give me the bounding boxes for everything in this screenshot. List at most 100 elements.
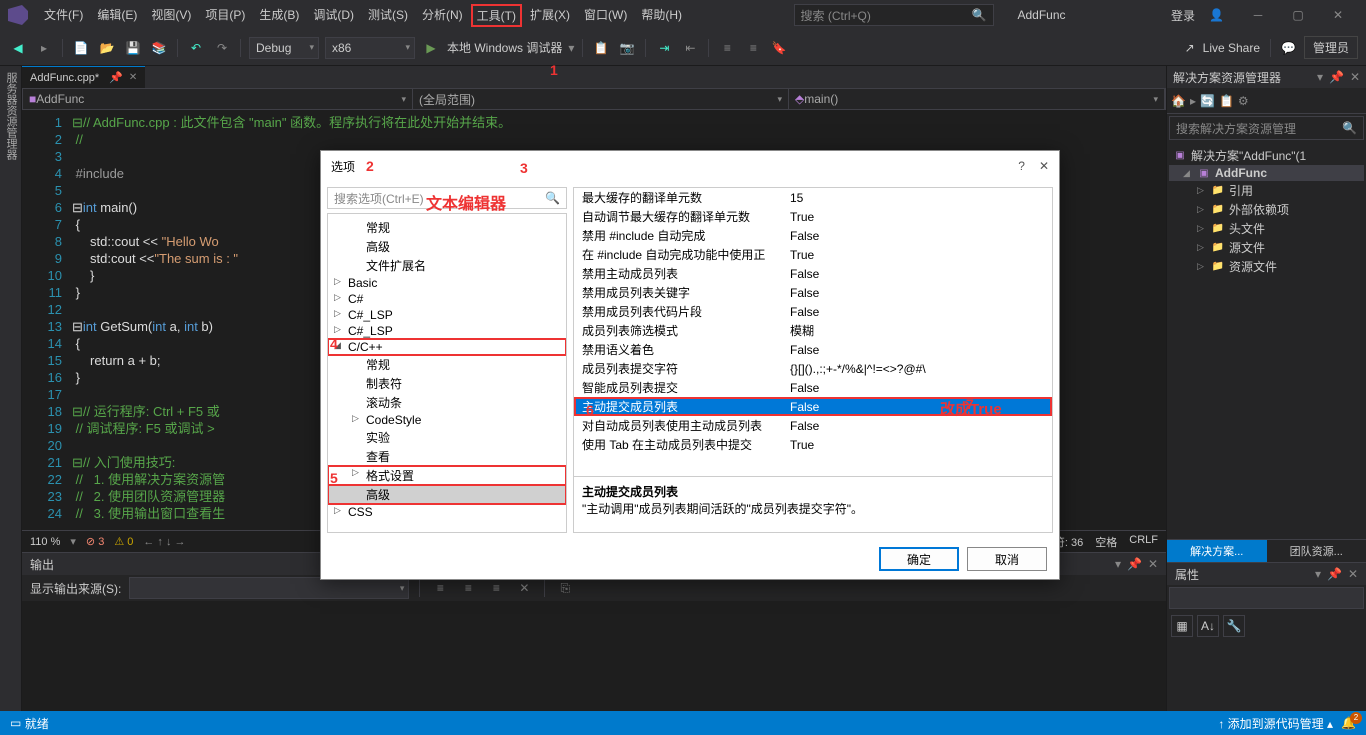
tb-icon[interactable]: ≡	[743, 38, 763, 58]
categorize-icon[interactable]: ▦	[1171, 615, 1193, 637]
run-button[interactable]: ▶	[421, 38, 441, 58]
login-link[interactable]: 登录	[1171, 7, 1195, 24]
tb-icon[interactable]: ⎘	[555, 578, 575, 598]
opt-node[interactable]: 实验	[328, 428, 566, 447]
liveshare-label[interactable]: Live Share	[1203, 41, 1260, 55]
menu-编辑(E)[interactable]: 编辑(E)	[91, 4, 143, 27]
tb-icon[interactable]: ≡	[486, 578, 506, 598]
tb-icon[interactable]: 🔄	[1200, 94, 1215, 108]
warning-count[interactable]: ⚠ 0	[114, 535, 133, 548]
minimize-button[interactable]: ─	[1238, 1, 1278, 29]
menu-文件(F)[interactable]: 文件(F)	[38, 4, 89, 27]
menu-扩展(X)[interactable]: 扩展(X)	[524, 4, 576, 27]
menu-帮助(H)[interactable]: 帮助(H)	[635, 4, 688, 27]
tb-icon[interactable]: ⇥	[654, 38, 674, 58]
tree-item[interactable]: ▷📁引用	[1169, 181, 1364, 200]
opt-node[interactable]: 高级	[328, 485, 566, 504]
ok-button[interactable]: 确定	[879, 547, 959, 571]
opt-node[interactable]: 滚动条	[328, 393, 566, 412]
nav-fwd-button[interactable]: ▸	[34, 38, 54, 58]
user-icon[interactable]: 👤	[1209, 8, 1224, 22]
tree-item[interactable]: ▷📁头文件	[1169, 219, 1364, 238]
tb-icon[interactable]: 📷	[617, 38, 637, 58]
pin-icon[interactable]: ▾	[1115, 557, 1121, 571]
notifications-icon[interactable]: 🔔2	[1341, 716, 1356, 730]
tb-icon[interactable]: ⚙	[1238, 94, 1249, 108]
zoom[interactable]: 110 %	[30, 536, 60, 548]
solution-tree[interactable]: ▣解决方案"AddFunc"(1 ◢▣AddFunc ▷📁引用▷📁外部依赖项▷📁…	[1167, 142, 1366, 280]
props-combo[interactable]	[1169, 587, 1364, 609]
tb-icon[interactable]: ≡	[717, 38, 737, 58]
close-icon[interactable]: ✕	[1039, 159, 1049, 173]
prop-row[interactable]: 禁用主动成员列表False	[574, 264, 1052, 283]
tb-icon[interactable]: ≡	[430, 578, 450, 598]
prop-row[interactable]: 使用 Tab 在主动成员列表中提交True	[574, 435, 1052, 454]
opt-node[interactable]: 制表符	[328, 374, 566, 393]
tree-item[interactable]: ▷📁资源文件	[1169, 257, 1364, 276]
tb-icon[interactable]: ⇤	[680, 38, 700, 58]
quick-search[interactable]: 搜索 (Ctrl+Q) 🔍	[794, 4, 994, 26]
prop-row[interactable]: 最大缓存的翻译单元数15	[574, 188, 1052, 207]
platform-combo[interactable]: x86	[325, 37, 415, 59]
nav-scope2[interactable]: (全局范围)	[413, 89, 789, 109]
prop-row[interactable]: 禁用成员列表代码片段False	[574, 302, 1052, 321]
sx-tab-solution[interactable]: 解决方案...	[1167, 540, 1267, 562]
save-button[interactable]: 💾	[123, 38, 143, 58]
menu-窗口(W)[interactable]: 窗口(W)	[578, 4, 633, 27]
close-icon[interactable]: ✕	[1148, 557, 1158, 571]
wrench-icon[interactable]: 🔧	[1223, 615, 1245, 637]
opt-node[interactable]: ▷C#	[328, 291, 566, 307]
redo-button[interactable]: ↷	[212, 38, 232, 58]
sx-tab-team[interactable]: 团队资源...	[1267, 540, 1366, 562]
menu-项目(P)[interactable]: 项目(P)	[199, 4, 251, 27]
opt-node[interactable]: 常规	[328, 218, 566, 237]
scm-label[interactable]: ↑ 添加到源代码管理 ▴	[1218, 715, 1333, 732]
liveshare-icon[interactable]: ↗	[1185, 41, 1195, 55]
opt-node[interactable]: 常规	[328, 355, 566, 374]
side-tab-server[interactable]: 服务器资源管理器	[3, 72, 19, 705]
menu-测试(S)[interactable]: 测试(S)	[362, 4, 414, 27]
opt-node[interactable]: ▷格式设置	[328, 466, 566, 485]
opt-node[interactable]: ▷C#_LSP	[328, 307, 566, 323]
config-combo[interactable]: Debug	[249, 37, 319, 59]
run-label[interactable]: 本地 Windows 调试器	[447, 39, 562, 56]
opt-node[interactable]: ▷CSS	[328, 504, 566, 520]
maximize-button[interactable]: ▢	[1278, 1, 1318, 29]
options-tree[interactable]: 常规高级文件扩展名▷Basic▷C#▷C#_LSP▷C#_LSP◢C/C++常规…	[328, 214, 566, 524]
menu-生成(B)[interactable]: 生成(B)	[253, 4, 305, 27]
opt-node[interactable]: 高级	[328, 237, 566, 256]
open-button[interactable]: 📂	[97, 38, 117, 58]
home-icon[interactable]: 🏠	[1171, 94, 1186, 108]
tb-icon[interactable]: 📋	[1219, 94, 1234, 108]
tb-icon[interactable]: ≡	[458, 578, 478, 598]
sort-icon[interactable]: A↓	[1197, 615, 1219, 637]
save-all-button[interactable]: 📚	[149, 38, 169, 58]
tree-item[interactable]: ▷📁源文件	[1169, 238, 1364, 257]
tree-item[interactable]: ▷📁外部依赖项	[1169, 200, 1364, 219]
prop-row[interactable]: 禁用 #include 自动完成False	[574, 226, 1052, 245]
options-grid[interactable]: 最大缓存的翻译单元数15自动调节最大缓存的翻译单元数True禁用 #includ…	[573, 187, 1053, 477]
cancel-button[interactable]: 取消	[967, 547, 1047, 571]
pin-icon[interactable]: 📌	[1127, 557, 1142, 571]
prop-row[interactable]: 在 #include 自动完成功能中使用正True	[574, 245, 1052, 264]
opt-node[interactable]: ▷CodeStyle	[328, 412, 566, 428]
error-count[interactable]: ⊘ 3	[86, 535, 104, 548]
sx-search[interactable]: 搜索解决方案资源管理🔍	[1169, 116, 1364, 140]
help-icon[interactable]: ?	[1018, 159, 1025, 173]
close-button[interactable]: ✕	[1318, 1, 1358, 29]
prop-row[interactable]: 成员列表提交字符{}[]().,:;+-*/%&|^!=<>?@#\	[574, 359, 1052, 378]
opt-node[interactable]: ◢C/C++	[328, 339, 566, 355]
opt-node[interactable]: 查看	[328, 447, 566, 466]
menu-分析(N)[interactable]: 分析(N)	[416, 4, 469, 27]
close-tab-icon[interactable]: ✕	[129, 72, 137, 83]
menu-调试(D)[interactable]: 调试(D)	[307, 4, 360, 27]
prop-row[interactable]: 成员列表筛选模式模糊	[574, 321, 1052, 340]
menu-视图(V)[interactable]: 视图(V)	[145, 4, 197, 27]
pin-icon[interactable]: 📌	[109, 71, 123, 84]
clear-icon[interactable]: ✕	[514, 578, 534, 598]
opt-node[interactable]: 文件扩展名	[328, 256, 566, 275]
opt-node[interactable]: ▷C#_LSP	[328, 323, 566, 339]
nav-back-button[interactable]: ◀	[8, 38, 28, 58]
output-body[interactable]	[22, 601, 1166, 711]
file-tab[interactable]: AddFunc.cpp* 📌 ✕	[22, 66, 145, 88]
